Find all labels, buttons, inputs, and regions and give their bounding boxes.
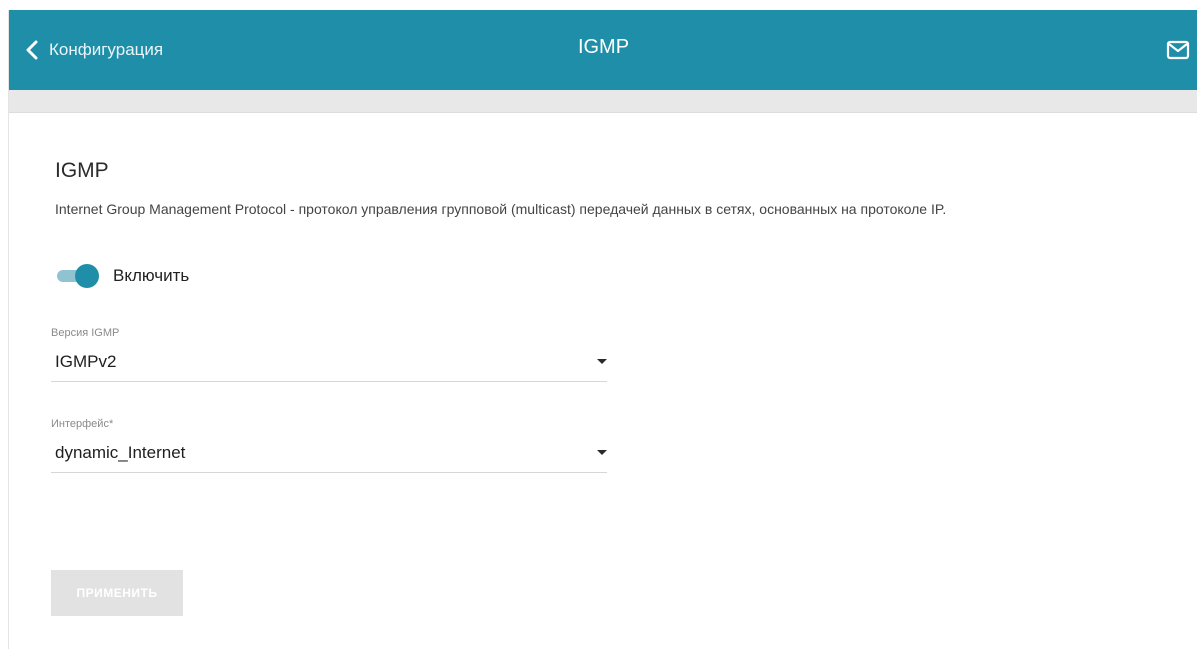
igmp-version-field: Версия IGMP IGMPv2 <box>51 327 607 382</box>
caret-down-icon <box>597 450 607 455</box>
caret-down-icon <box>597 359 607 364</box>
top-bar: Конфигурация IGMP <box>9 10 1197 90</box>
switch-knob <box>75 264 99 288</box>
enable-toggle-label: Включить <box>113 266 190 285</box>
app-window: Конфигурация IGMP IGMP Internet Group Ma… <box>8 10 1197 649</box>
sub-header-bar <box>9 90 1197 113</box>
section-description: Internet Group Management Protocol - про… <box>55 201 947 217</box>
main-content: IGMP Internet Group Management Protocol … <box>9 113 1197 649</box>
apply-button[interactable]: ПРИМЕНИТЬ <box>51 570 183 616</box>
interface-field: Интерфейс* dynamic_Internet <box>51 418 607 473</box>
mail-icon[interactable] <box>1166 40 1190 60</box>
section-title: IGMP <box>55 159 109 182</box>
back-link[interactable]: Конфигурация <box>25 34 163 66</box>
interface-select[interactable]: dynamic_Internet <box>51 434 607 473</box>
igmp-version-label: Версия IGMP <box>51 327 120 339</box>
igmp-version-select[interactable]: IGMPv2 <box>51 343 607 382</box>
chevron-left-icon <box>25 40 39 60</box>
igmp-version-value: IGMPv2 <box>55 352 117 371</box>
interface-label: Интерфейс* <box>51 418 114 430</box>
enable-toggle-row[interactable]: Включить <box>55 261 189 291</box>
back-link-label: Конфигурация <box>49 40 164 59</box>
page-title: IGMP <box>577 36 630 58</box>
interface-value: dynamic_Internet <box>55 443 186 462</box>
enable-switch[interactable] <box>55 264 101 288</box>
